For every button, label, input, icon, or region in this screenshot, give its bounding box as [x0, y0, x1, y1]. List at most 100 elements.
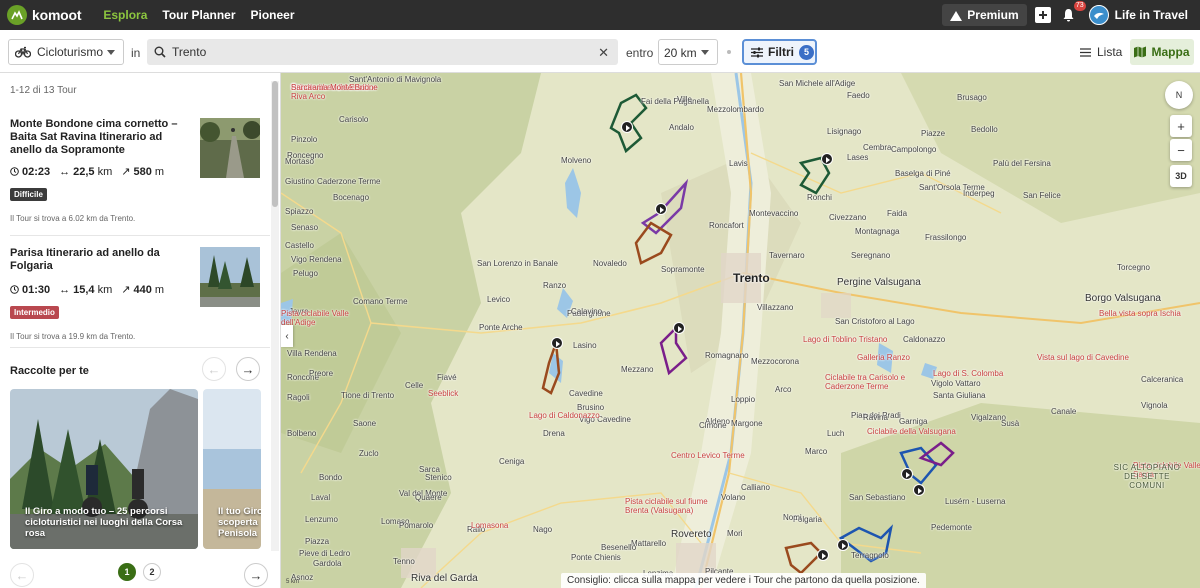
- map-place-label: Levico: [487, 295, 511, 304]
- map-place-label: San Lorenzo in Banale: [477, 259, 558, 268]
- map-poi-label[interactable]: Bella vista sopra Ischia: [1099, 309, 1181, 318]
- compass-button[interactable]: N: [1165, 81, 1193, 109]
- tour-start-marker[interactable]: [901, 468, 913, 480]
- map-poi-label[interactable]: Pista ciclabile sul fiume Brenta (Valsug…: [625, 497, 715, 515]
- tour-photo[interactable]: [200, 247, 260, 307]
- nav-tour-planner[interactable]: Tour Planner: [162, 8, 235, 22]
- map-poi-label[interactable]: Lago di S. Colomba: [933, 369, 1003, 378]
- map-place-label: Volano: [721, 493, 746, 502]
- distance-select[interactable]: 20 km: [658, 39, 718, 65]
- map-scale: 5 km: [286, 579, 300, 585]
- map-poi-label[interactable]: Galleria Ranzo: [857, 353, 910, 362]
- tour-start-marker[interactable]: [655, 203, 667, 215]
- collection-card[interactable]: Il tuo Giro scoperta Penisola: [203, 389, 261, 549]
- create-button[interactable]: [1034, 7, 1051, 23]
- collections-next-button[interactable]: →: [236, 357, 260, 381]
- list-view-button[interactable]: Lista: [1080, 45, 1122, 59]
- tour-start-marker[interactable]: [837, 539, 849, 551]
- map-place-label: Margone: [731, 419, 763, 428]
- map-place-label: Caldonazzo: [903, 335, 946, 344]
- zoom-out-button[interactable]: −: [1170, 139, 1192, 161]
- map-place-label: Sopramonte: [661, 265, 705, 274]
- premium-label: Premium: [967, 8, 1019, 22]
- tour-start-marker[interactable]: [621, 121, 633, 133]
- map-place-label: Roncafort: [709, 221, 744, 230]
- map-poi-label[interactable]: Vista sul lago di Cavedine: [1037, 353, 1129, 362]
- map-place-label: Mezzolombardo: [707, 105, 764, 114]
- filter-bar: Cicloturismo in ✕ entro 20 km Filtri 5 L…: [0, 30, 1200, 73]
- map-place-label: Cimone: [699, 421, 727, 430]
- map-place-label: Lases: [847, 153, 869, 162]
- sliders-icon: [751, 47, 763, 57]
- tour-map[interactable]: Sant'Antonio di Mavignola Fai della Pagan…: [281, 73, 1200, 588]
- map-poi-label[interactable]: Centro Levico Terme: [671, 451, 745, 460]
- tour-start-marker[interactable]: [821, 153, 833, 165]
- tour-title[interactable]: Parisa Itinerario ad anello da Folgaria: [10, 247, 190, 273]
- sidebar-scrollbar[interactable]: [271, 81, 279, 551]
- map-place-label: Tavernaro: [769, 251, 805, 260]
- filters-button[interactable]: Filtri 5: [742, 39, 817, 65]
- tour-title[interactable]: Monte Bondone cima cornetto – Baita Sat …: [10, 118, 190, 157]
- bicycle-icon: [15, 46, 31, 58]
- page-2[interactable]: 2: [143, 563, 161, 581]
- map-place-label: Lasino: [573, 341, 597, 350]
- list-label: Lista: [1097, 45, 1123, 59]
- collections-prev-button[interactable]: ←: [202, 357, 226, 381]
- collection-card[interactable]: Il Giro a modo tuo – 25 percorsi ciclotu…: [10, 389, 198, 549]
- map-place-label: Cavedine: [569, 389, 603, 398]
- tour-distance: 22,5: [73, 165, 95, 178]
- collapse-sidebar-button[interactable]: ‹: [281, 325, 293, 347]
- tour-start-marker[interactable]: [673, 322, 685, 334]
- page-1[interactable]: 1: [118, 563, 136, 581]
- map-place-label: Piazze: [921, 129, 946, 138]
- map-poi-label[interactable]: Seeblick: [428, 389, 458, 398]
- clear-icon[interactable]: ✕: [598, 45, 609, 61]
- scroll-thumb[interactable]: [272, 81, 278, 207]
- map-place-label: Rovereto: [671, 529, 712, 540]
- map-poi-label[interactable]: Ciclabile tra Carisolo e Caderzone Terme: [825, 373, 915, 391]
- tour-start-marker[interactable]: [913, 484, 925, 496]
- 3d-toggle-button[interactable]: 3D: [1170, 165, 1192, 187]
- map-icon: [1134, 46, 1147, 58]
- map-poi-label[interactable]: Ciclabile della Valsugana: [867, 427, 956, 436]
- tours-prev-button[interactable]: ←: [10, 563, 34, 587]
- list-icon: [1080, 47, 1091, 57]
- komoot-logo[interactable]: komoot: [7, 5, 82, 25]
- map-place-label: Fiavé: [437, 373, 457, 382]
- map-poi-label[interactable]: Lago di Caldonazzo: [529, 411, 600, 420]
- clock-icon: [10, 285, 19, 294]
- tour-photo[interactable]: [200, 118, 261, 178]
- map-poi-label[interactable]: Sarca: [291, 83, 312, 92]
- search-input[interactable]: [172, 45, 592, 59]
- map-poi-label[interactable]: Lago di Toblino Tristano: [803, 335, 887, 344]
- map-place-label: Senaso: [291, 223, 319, 232]
- nav-esplora[interactable]: Esplora: [103, 8, 147, 22]
- map-view-button[interactable]: Mappa: [1130, 39, 1194, 65]
- tour-card[interactable]: Parisa Itinerario ad anello da Folgaria …: [10, 247, 262, 341]
- sport-select[interactable]: Cicloturismo: [8, 39, 124, 65]
- tours-next-button[interactable]: →: [244, 563, 268, 587]
- tour-start-marker[interactable]: [551, 337, 563, 349]
- user-menu[interactable]: Life in Travel: [1088, 5, 1188, 25]
- map-place-label: Lavis: [729, 159, 748, 168]
- map-poi-label[interactable]: Pista ciclabile Valle dell'Adige: [281, 309, 371, 327]
- map-place-label: Torcegno: [1117, 263, 1150, 272]
- premium-button[interactable]: Premium: [942, 4, 1027, 26]
- tour-card[interactable]: Monte Bondone cima cornetto – Baita Sat …: [10, 118, 262, 223]
- elevation-icon: ↗: [121, 166, 131, 178]
- 3d-label: 3D: [1175, 171, 1187, 181]
- zoom-in-button[interactable]: +: [1170, 115, 1192, 137]
- bell-icon: [1063, 9, 1074, 22]
- map-place-label: Susà: [1001, 419, 1020, 428]
- main-nav: Esplora Tour Planner Pioneer: [103, 8, 309, 22]
- tour-start-marker[interactable]: [817, 549, 829, 561]
- map-poi-label[interactable]: Lomasona: [471, 521, 508, 530]
- map-place-label: Faedo: [847, 91, 870, 100]
- distance-unit: km: [97, 165, 113, 178]
- nav-pioneer[interactable]: Pioneer: [251, 8, 295, 22]
- tour-count: 1-12 di 13 Tour: [10, 85, 77, 96]
- entro-label: entro: [626, 46, 654, 60]
- notifications-button[interactable]: 73: [1061, 1, 1086, 23]
- zoom-out-icon: −: [1177, 142, 1185, 158]
- map-place-label: Molveno: [561, 156, 592, 165]
